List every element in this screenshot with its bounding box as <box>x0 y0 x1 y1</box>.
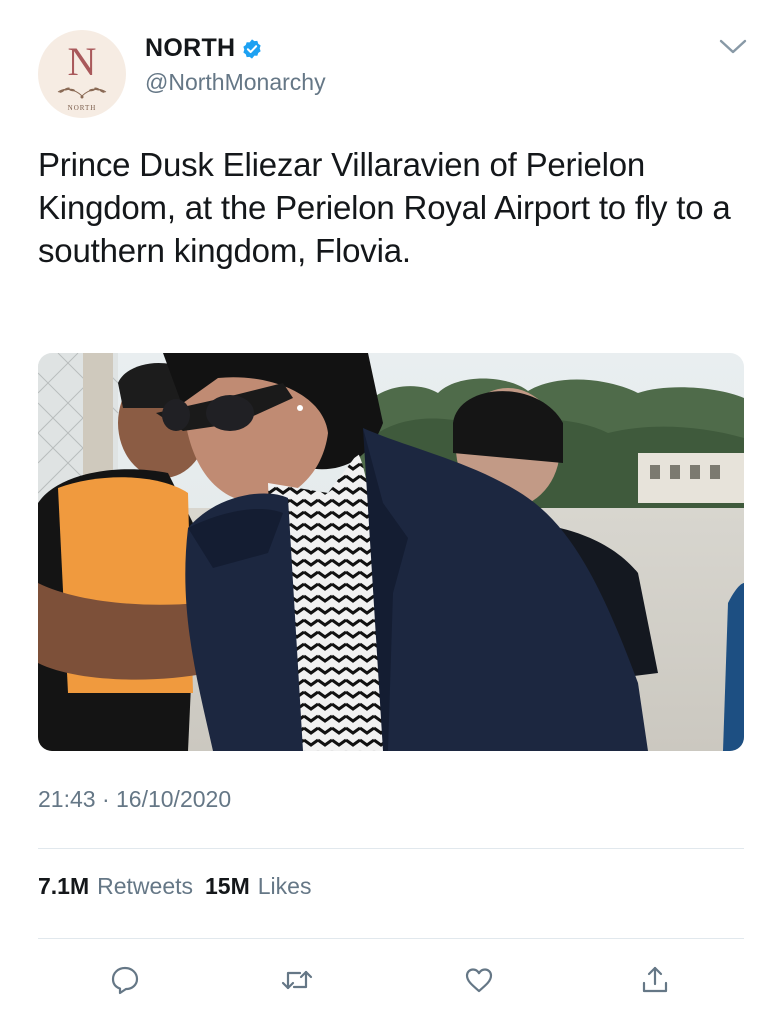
retweets-count: 7.1M <box>38 873 90 899</box>
display-name-row: NORTH <box>145 34 326 63</box>
share-button[interactable] <box>630 955 680 1005</box>
like-icon <box>465 968 493 993</box>
retweet-icon <box>281 970 313 990</box>
likes-stat[interactable]: 15M Likes <box>205 873 311 900</box>
tweet-stats: 7.1M Retweets 15M Likes <box>38 873 311 900</box>
avatar[interactable]: N NORTH <box>38 30 126 118</box>
avatar-letter: N <box>67 39 97 84</box>
divider-bottom <box>38 938 744 939</box>
tweet-text: Prince Dusk Eliezar Villaravien of Perie… <box>38 146 731 269</box>
likes-label: Likes <box>257 873 312 899</box>
reply-button[interactable] <box>100 955 150 1005</box>
retweet-button[interactable] <box>272 955 322 1005</box>
likes-count: 15M <box>205 873 250 899</box>
chevron-down-icon[interactable] <box>718 36 748 56</box>
tweet-timestamp[interactable]: 21:43 · 16/10/2020 <box>38 786 231 813</box>
photo-image <box>38 353 744 751</box>
divider-top <box>38 848 744 849</box>
tweet-actions <box>38 955 744 1005</box>
author-names: NORTH @NorthMonarchy <box>145 34 326 96</box>
avatar-caption: NORTH <box>67 104 97 112</box>
reply-icon <box>111 966 139 995</box>
share-icon <box>642 966 668 993</box>
tweet-photo[interactable] <box>38 353 744 751</box>
author-handle[interactable]: @NorthMonarchy <box>145 69 326 96</box>
tweet-header: N NORTH NORTH @NorthMonarchy <box>38 30 748 120</box>
wreath-icon <box>57 87 107 99</box>
retweets-stat[interactable]: 7.1M Retweets <box>38 873 193 900</box>
like-button[interactable] <box>454 955 504 1005</box>
verified-badge-icon <box>243 38 262 59</box>
retweets-label: Retweets <box>97 873 194 899</box>
display-name[interactable]: NORTH <box>145 34 235 63</box>
